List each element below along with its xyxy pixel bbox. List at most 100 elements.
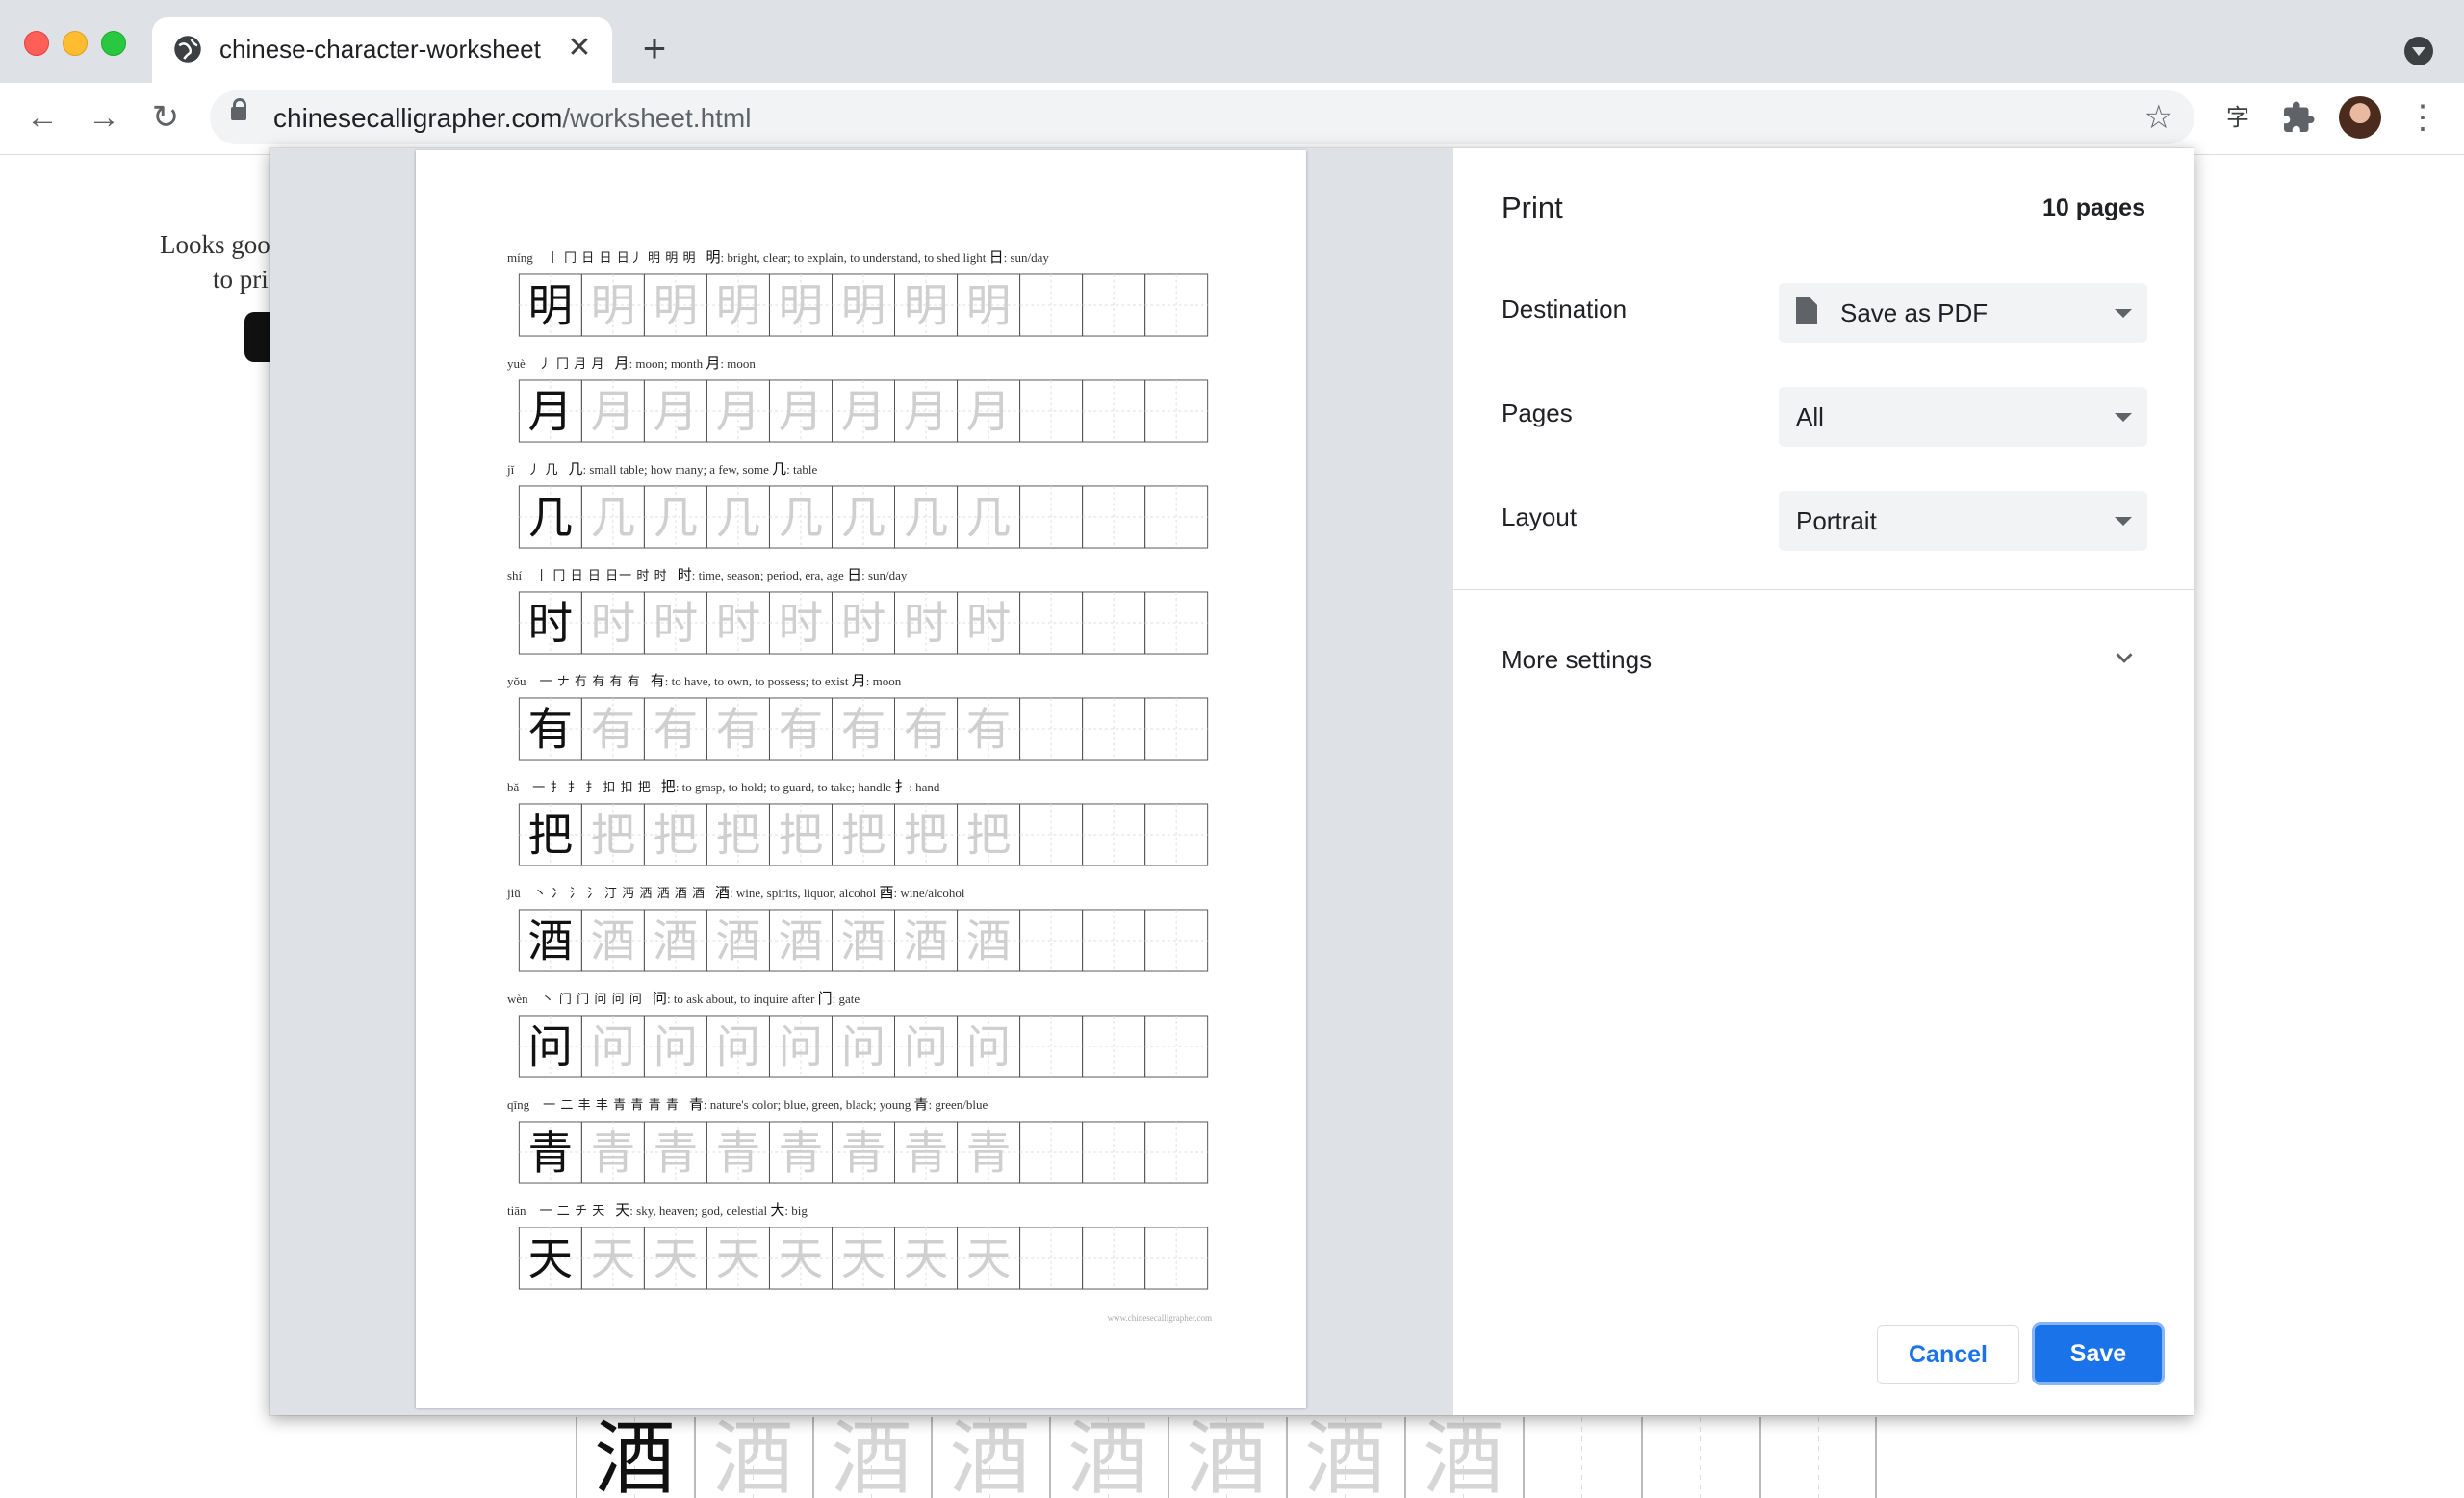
trace-character: 酒 [712,1417,793,1498]
trace-character: 有 [654,704,699,756]
pinyin: bǎ [507,780,520,794]
more-settings-toggle[interactable]: More settings [1502,645,1652,675]
layout-label: Layout [1502,503,1578,531]
trace-character: 明 [779,280,824,332]
pinyin: míng [507,250,533,265]
trace-character: 酒 [1067,1417,1148,1498]
trace-character: 酒 [1423,1417,1503,1498]
radical-meaning: : wine/alcohol [893,886,965,900]
star-icon[interactable]: ☆ [2144,99,2173,136]
trace-character: 问 [966,1021,1012,1073]
meaning: : to grasp, to hold; to guard, to take; … [675,780,895,794]
trace-character: 月 [966,386,1012,438]
radical: 日 [847,568,862,583]
trace-character: 几 [966,492,1012,544]
page-count: 10 pages [2041,194,2145,221]
practice-grid: 几几几几几几几几 [518,485,1209,549]
stroke-order: 丶 门 门 问 问 问 [541,992,643,1006]
trace-character: 明 [591,280,636,332]
trace-character: 酒 [831,1417,911,1498]
worksheet-footer: www.chinesecalligrapher.com [1107,1313,1212,1323]
pinyin: qīng [507,1098,530,1112]
character-label: 有 [650,674,665,689]
radical: 月 [706,356,721,372]
worksheet-row-label: bǎ 一 扌 扌 扌 扣 扣 把把: to grasp, to hold; to … [507,776,939,796]
meaning: : sky, heaven; god, celestial [629,1203,771,1218]
character-label: 把 [660,780,676,795]
profile-avatar[interactable] [2339,96,2381,139]
pinyin: shí [507,568,523,582]
plus-icon[interactable]: + [635,28,674,68]
puzzle-icon[interactable] [2281,100,2316,135]
character-label: 酒 [715,886,731,901]
pages-label: Pages [1502,399,1573,427]
pinyin: jiǔ [507,886,521,900]
trace-character: 有 [904,704,949,756]
radical: 青 [913,1098,929,1113]
address-bar[interactable]: chinesecalligrapher.com/worksheet.html ☆ [210,90,2194,144]
meaning: : moon; month [629,356,706,371]
trace-character: 问 [591,1021,636,1073]
trace-character: 酒 [841,916,886,968]
stroke-order: 丨 冂 日 日 日一 时 时 [535,568,668,582]
character-label: 月 [614,356,629,372]
close-icon[interactable]: ✕ [562,31,597,65]
extension-zi-icon[interactable]: 字 [2221,102,2254,135]
url-text[interactable]: chinesecalligrapher.com/worksheet.html [273,103,751,134]
preview-page: www.chinesecalligrapher.com míng 丨 冂 日 日 … [416,150,1306,1408]
radical-meaning: : green/blue [928,1098,988,1112]
trace-character: 青 [654,1127,699,1179]
trace-character: 青 [841,1127,886,1179]
chevron-down-icon [2115,517,2132,526]
destination-select[interactable]: Save as PDF [1779,283,2147,343]
practice-grid: 月月月月月月月月 [518,379,1209,443]
save-button[interactable]: Save [2035,1325,2162,1382]
radical-meaning: : hand [909,780,940,794]
reload-icon[interactable]: ↻ [144,96,187,139]
trace-character: 问 [779,1021,824,1073]
trace-character: 青 [966,1127,1012,1179]
stroke-order: 丨 冂 日 日 日丿 明 明 明 [546,250,697,265]
tab-worksheet[interactable]: chinese-character-worksheet ✕ [152,17,612,83]
radical: 月 [851,674,866,689]
tab-search-icon[interactable] [2404,37,2433,65]
model-character: 有 [528,704,574,756]
window-minimize-button[interactable] [63,31,88,56]
model-character: 青 [528,1127,574,1179]
stroke-order: 丶 冫 氵 氵 汀 沔 洒 洒 酒 酒 [533,886,706,900]
pages-select[interactable]: All [1779,387,2147,447]
stroke-order: 一 扌 扌 扌 扣 扣 把 [532,780,652,794]
character-label: 明 [706,250,721,266]
model-character: 问 [528,1021,574,1073]
trace-character: 问 [904,1021,949,1073]
chevron-down-icon[interactable] [2110,643,2139,672]
print-preview-area: www.chinesecalligrapher.com míng 丨 冂 日 日 … [270,148,1453,1415]
layout-select[interactable]: Portrait [1779,491,2147,551]
window-maximize-button[interactable] [101,31,126,56]
model-character: 明 [528,280,574,332]
chevron-down-icon [2115,309,2132,318]
pinyin: jǐ [507,462,515,477]
practice-grid: 明明明明明明明明 [518,273,1209,337]
cancel-button[interactable]: Cancel [1877,1325,2019,1384]
trace-character: 天 [779,1233,824,1285]
kebab-icon[interactable]: ⋮ [2406,96,2439,139]
trace-character: 天 [966,1233,1012,1285]
trace-character: 明 [904,280,949,332]
forward-icon[interactable]: → [83,96,125,139]
radical-meaning: : moon [720,356,756,371]
stroke-order: 一 二 チ 天 [539,1203,606,1218]
window-close-button[interactable] [24,31,49,56]
trace-character: 时 [841,598,886,650]
back-icon[interactable]: ← [21,96,64,139]
radical-meaning: : sun/day [1003,250,1049,265]
radical-meaning: : big [784,1203,808,1218]
lock-icon[interactable] [231,98,246,120]
trace-character: 有 [966,704,1012,756]
trace-character: 月 [654,386,699,438]
trace-character: 时 [779,598,824,650]
trace-character: 天 [591,1233,636,1285]
radical: 扌 [894,780,910,795]
trace-character: 青 [591,1127,636,1179]
model-character: 天 [528,1233,574,1285]
